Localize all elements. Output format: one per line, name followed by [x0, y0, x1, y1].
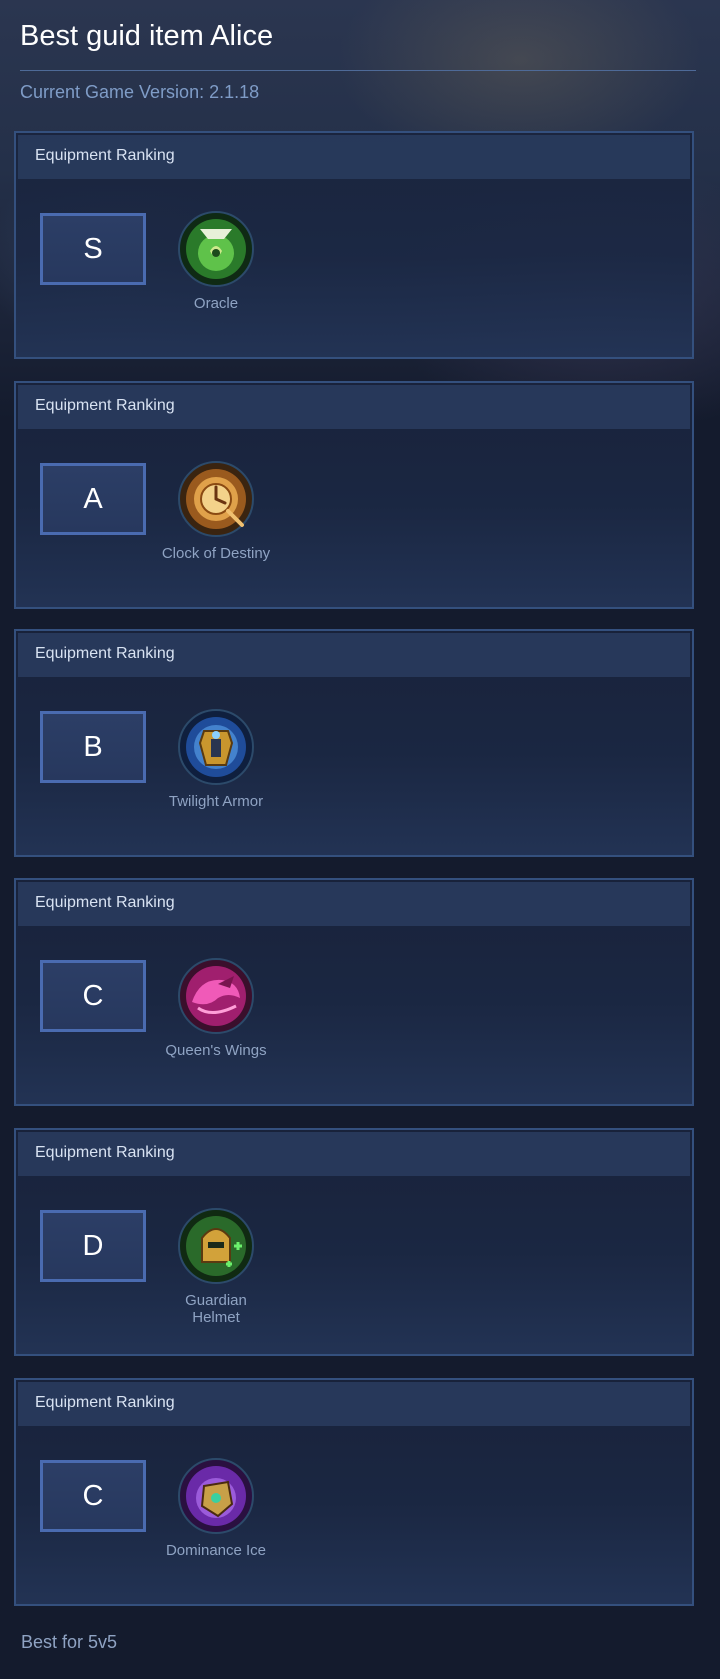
item-name: Guardian Helmet: [185, 1292, 247, 1326]
ranking-card: Equipment Ranking S Oracle: [14, 131, 694, 359]
item-name: Dominance Ice: [165, 1542, 267, 1559]
card-header-label: Equipment Ranking: [35, 1144, 175, 1161]
tier-badge: C: [40, 1460, 146, 1532]
card-header-label: Equipment Ranking: [35, 397, 175, 414]
ranking-card: Equipment Ranking C Dominance Ice: [14, 1378, 694, 1606]
twilight-armor-icon: [178, 709, 254, 785]
ranking-card: Equipment Ranking D Guardian Helmet: [14, 1128, 694, 1356]
card-header: Equipment Ranking: [18, 1132, 690, 1176]
tier-badge: D: [40, 1210, 146, 1282]
card-header: Equipment Ranking: [18, 1382, 690, 1426]
clock-of-destiny-icon: [178, 461, 254, 537]
item-twilight-armor[interactable]: Twilight Armor: [161, 709, 271, 810]
queens-wings-icon: [178, 958, 254, 1034]
ranking-card: Equipment Ranking C Queen's Wings: [14, 878, 694, 1106]
ranking-card: Equipment Ranking B Twilight Armor: [14, 629, 694, 857]
item-name: Twilight Armor: [168, 793, 264, 810]
guardian-helmet-icon: [178, 1208, 254, 1284]
page: Best guid item Alice Current Game Versio…: [0, 0, 720, 1679]
footer-note: Best for 5v5: [21, 1632, 118, 1652]
item-guardian-helmet[interactable]: Guardian Helmet: [161, 1208, 271, 1326]
tier-badge: C: [40, 960, 146, 1032]
ranking-card: Equipment Ranking A Clock of Destiny: [14, 381, 694, 609]
tier-letter: B: [83, 730, 103, 763]
tier-letter: S: [83, 232, 103, 265]
card-header-label: Equipment Ranking: [35, 147, 175, 164]
item-name: Clock of Destiny: [161, 545, 271, 562]
dominance-ice-icon: [178, 1458, 254, 1534]
title-divider: [20, 70, 696, 71]
item-clock-of-destiny[interactable]: Clock of Destiny: [161, 461, 271, 562]
card-header-label: Equipment Ranking: [35, 894, 175, 911]
card-header: Equipment Ranking: [18, 135, 690, 179]
page-title: Best guid item Alice: [20, 20, 274, 52]
card-header: Equipment Ranking: [18, 633, 690, 677]
card-header: Equipment Ranking: [18, 385, 690, 429]
item-dominance-ice[interactable]: Dominance Ice: [161, 1458, 271, 1559]
tier-badge: A: [40, 463, 146, 535]
tier-letter: C: [82, 1479, 104, 1512]
oracle-icon: [178, 211, 254, 287]
tier-letter: D: [82, 1229, 104, 1262]
tier-letter: C: [82, 979, 104, 1012]
item-queens-wings[interactable]: Queen's Wings: [161, 958, 271, 1059]
card-header-label: Equipment Ranking: [35, 1394, 175, 1411]
item-name: Oracle: [193, 295, 239, 312]
tier-badge: S: [40, 213, 146, 285]
tier-badge: B: [40, 711, 146, 783]
card-header-label: Equipment Ranking: [35, 645, 175, 662]
card-header: Equipment Ranking: [18, 882, 690, 926]
tier-letter: A: [83, 482, 103, 515]
game-version: Current Game Version: 2.1.18: [20, 82, 260, 102]
item-oracle[interactable]: Oracle: [161, 211, 271, 312]
item-name: Queen's Wings: [165, 1042, 267, 1059]
